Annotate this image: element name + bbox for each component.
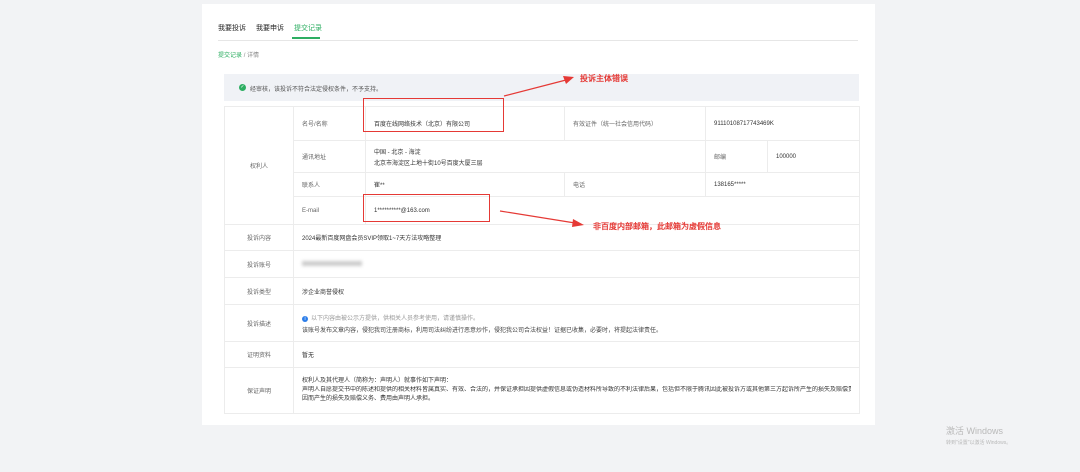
type-label: 投诉类型: [224, 277, 294, 305]
active-tab-indicator: [292, 37, 320, 39]
content-value: 2024最新百度网盘会员SVIP领取1~7天方法攻略整理: [293, 224, 860, 251]
contact-label: 联系人: [293, 172, 366, 197]
table-row: 投诉账号: [224, 250, 860, 278]
desc-label: 投诉描述: [224, 304, 294, 342]
windows-activation-watermark: 激活 Windows 转到"设置"以激活 Windows。: [946, 424, 1011, 446]
address-region: 中国 - 北京 - 海淀: [374, 149, 421, 156]
contact-value: 崔**: [365, 172, 565, 197]
entity-error-highlight-box: [363, 98, 504, 132]
breadcrumb-separator: /: [243, 53, 246, 59]
evidence-label: 证明资料: [224, 341, 294, 368]
check-circle-icon: ✓: [239, 84, 246, 91]
type-value: 涉企业商誉侵权: [293, 277, 860, 305]
breadcrumb-current: 详情: [247, 53, 260, 59]
table-row: 权利人 名号/名称 百度在线网络技术（北京）有限公司 有效证件（统一社会信用代码…: [224, 106, 860, 225]
table-row: 投诉类型 涉企业商誉侵权: [224, 277, 860, 305]
address-detail: 北京市海淀区上地十街10号百度大厦三层: [374, 160, 483, 167]
table-row: 联系人 崔** 电话 138165*****: [225, 172, 860, 197]
complaint-detail-card: 我要投诉 我要申诉 提交记录 提交记录 / 详情 ✓ 经审核，该投诉不符合法定侵…: [202, 4, 875, 425]
postcode-label: 邮编: [705, 140, 768, 173]
desc-text: 该账号发布文章内容，侵犯我司注册商标，利用司法纠纷进行恶意炒作，侵犯我公司合法权…: [302, 327, 663, 334]
guarantee-label: 保证声明: [224, 367, 294, 414]
review-result-text: 经审核，该投诉不符合法定侵权条件，不予支持。: [250, 87, 383, 93]
cert-label: 有效证件（统一社会信用代码）: [564, 106, 706, 141]
guarantee-line1: 权利人及其代理人（简称为：声明人）就事作如下声明：: [302, 378, 453, 384]
tab-appeal[interactable]: 我要申诉: [256, 23, 284, 33]
table-row: 通讯地址 中国 - 北京 - 海淀 北京市海淀区上地十街10号百度大厦三层 邮编…: [225, 140, 860, 173]
desc-hint: 以下内容由被公示方提供，供相关人员参考使用，请谨慎操作。: [311, 315, 480, 322]
complaint-info-table: 权利人 名号/名称 百度在线网络技术（北京）有限公司 有效证件（统一社会信用代码…: [224, 106, 860, 414]
entity-error-annotation: 投诉主体错误: [580, 74, 628, 83]
cert-value: 91110108717743469K: [705, 106, 860, 141]
phone-value: 138165*****: [705, 172, 860, 197]
account-label: 投诉账号: [224, 250, 294, 278]
review-result-banner: ✓ 经审核，该投诉不符合法定侵权条件，不予支持。: [224, 74, 859, 101]
table-row: E-mail 1**********@163.com: [225, 196, 860, 225]
table-row: 保证声明 权利人及其代理人（简称为：声明人）就事作如下声明： 声明人自愿提交书中…: [224, 367, 860, 414]
rights-holder-label: 权利人: [224, 106, 294, 225]
content-label: 投诉内容: [224, 224, 294, 251]
postcode-value: 100000: [767, 140, 860, 173]
tab-records[interactable]: 提交记录: [294, 23, 322, 33]
breadcrumb-back-link[interactable]: 提交记录: [218, 53, 242, 59]
email-label: E-mail: [293, 196, 366, 225]
name-label: 名号/名称: [293, 106, 366, 141]
address-value: 中国 - 北京 - 海淀 北京市海淀区上地十街10号百度大厦三层: [365, 140, 706, 173]
guarantee-value: 权利人及其代理人（简称为：声明人）就事作如下声明： 声明人自愿提交书中的陈述和提…: [293, 367, 860, 414]
desc-value: i 以下内容由被公示方提供，供相关人员参考使用，请谨慎操作。 该账号发布文章内容，…: [293, 304, 860, 342]
guarantee-line3: 因而产生的损失及赔偿义务、费用由声明人承担。: [302, 396, 435, 402]
watermark-line2: 转到"设置"以激活 Windows。: [946, 440, 1012, 446]
table-row: 投诉描述 i 以下内容由被公示方提供，供相关人员参考使用，请谨慎操作。 该账号发布…: [224, 304, 860, 342]
watermark-line1: 激活 Windows: [946, 426, 1004, 436]
address-label: 通讯地址: [293, 140, 366, 173]
table-row: 投诉内容 2024最新百度网盘会员SVIP领取1~7天方法攻略整理: [224, 224, 860, 251]
info-icon: i: [302, 315, 308, 322]
evidence-value: 暂无: [293, 341, 860, 368]
email-note-annotation: 非百度内部邮箱，此邮箱为虚假信息: [593, 222, 721, 231]
blurred-account: [302, 260, 362, 266]
account-value: [293, 250, 860, 278]
email-highlight-box: [363, 194, 490, 222]
guarantee-line2: 声明人自愿提交书中的陈述和提供的相关材料皆属真实、有效、合法的，并保证承担因提供…: [302, 387, 851, 393]
phone-label: 电话: [564, 172, 706, 197]
tab-divider: [218, 40, 858, 41]
tab-complain[interactable]: 我要投诉: [218, 23, 246, 33]
table-row: 证明资料 暂无: [224, 341, 860, 368]
breadcrumb: 提交记录 / 详情: [218, 50, 259, 59]
